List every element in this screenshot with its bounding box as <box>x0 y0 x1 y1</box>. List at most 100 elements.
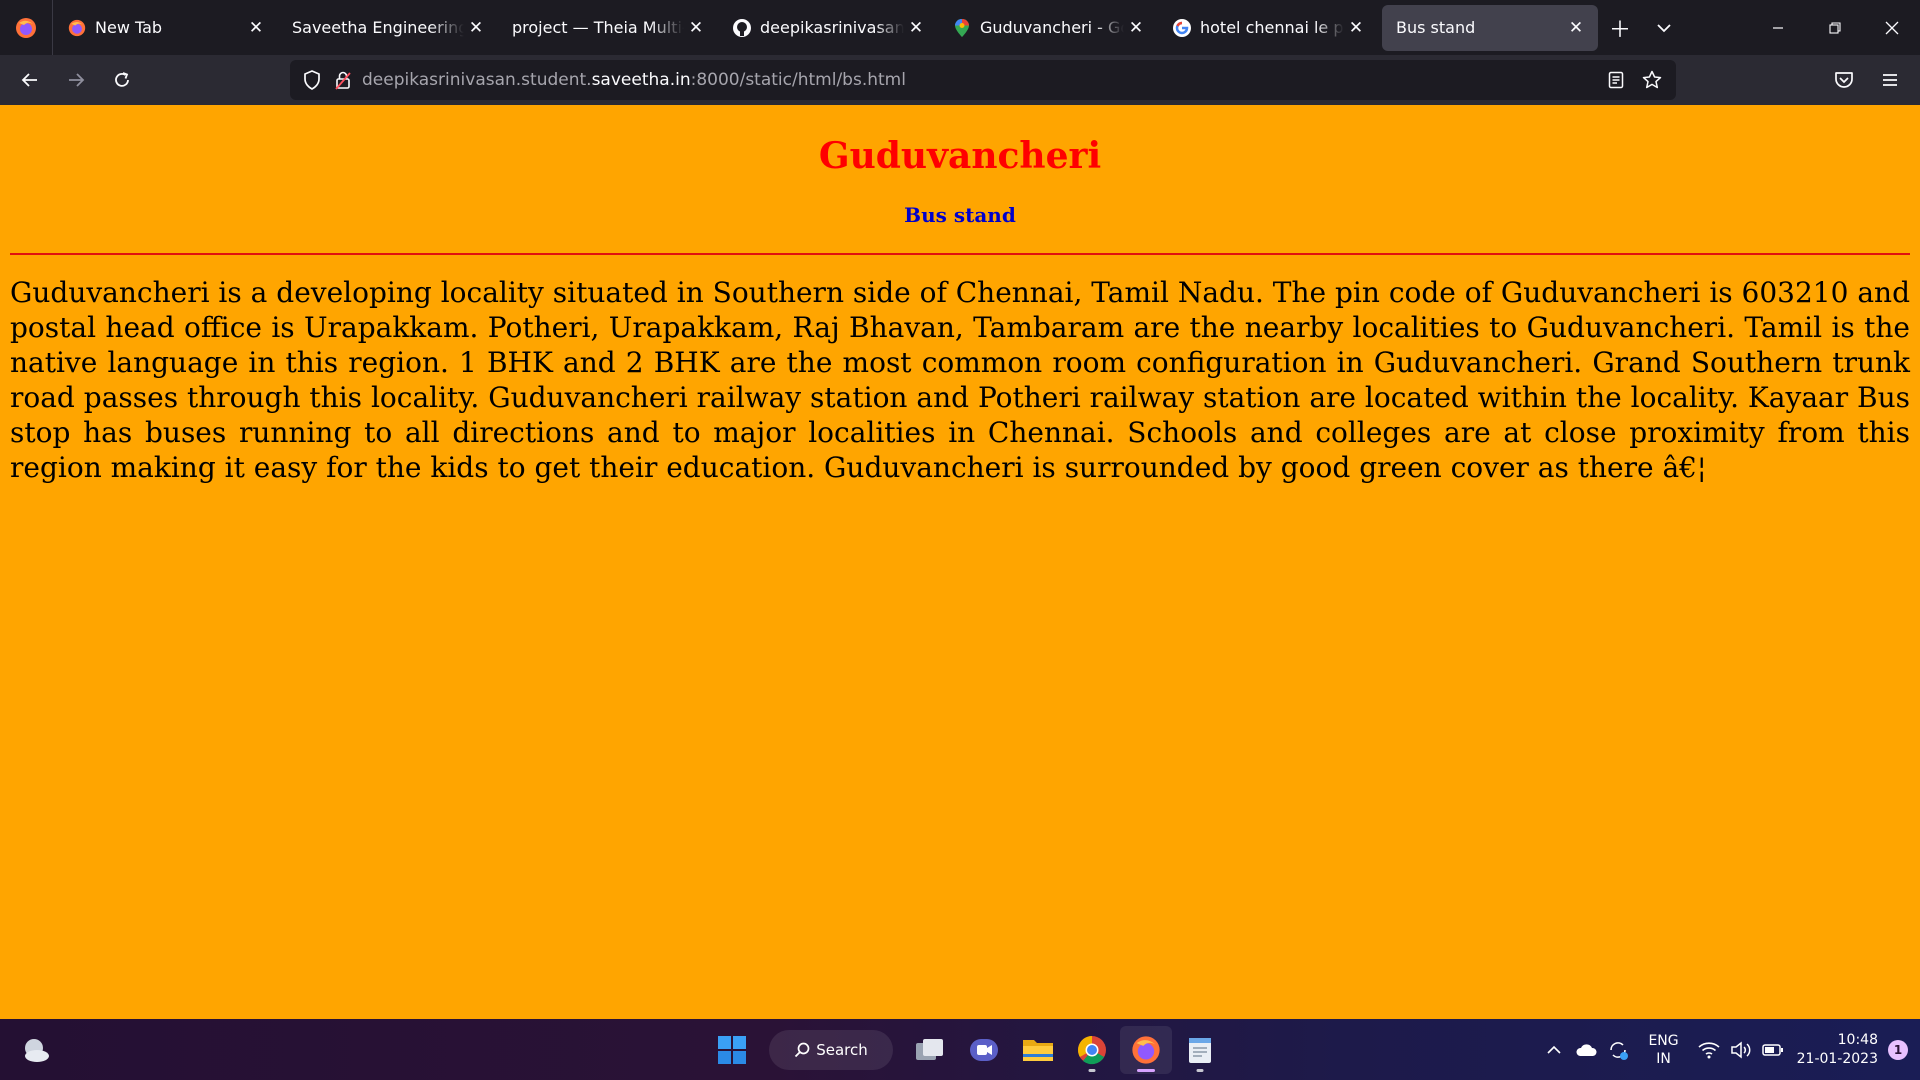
page-heading: Guduvancheri <box>818 135 1102 177</box>
close-icon[interactable]: ✕ <box>906 18 926 38</box>
url-text[interactable]: deepikasrinivasan.student.saveetha.in:80… <box>362 70 906 90</box>
teams-chat-button[interactable] <box>958 1026 1010 1074</box>
windows-logo-icon <box>718 1035 746 1064</box>
insecure-lock-icon[interactable] <box>330 60 356 100</box>
taskbar-clock[interactable]: 10:48 21-01-2023 <box>1797 1031 1878 1069</box>
running-indicator <box>1196 1068 1204 1072</box>
arrow-left-icon <box>21 73 37 87</box>
page-subheading: Bus stand <box>904 203 1016 227</box>
tab-theia-project[interactable]: project — Theia Multi-Language ✕ <box>498 5 718 51</box>
close-icon <box>1885 21 1898 34</box>
tab-title: hotel chennai le palace <box>1200 18 1344 37</box>
reload-icon <box>115 72 129 87</box>
restore-icon <box>1828 21 1841 34</box>
tab-title: New Tab <box>95 18 163 37</box>
star-icon <box>1642 70 1662 89</box>
folder-icon <box>1023 1039 1053 1061</box>
tab-google-search[interactable]: hotel chennai le palace ✕ <box>1158 5 1378 51</box>
running-indicator <box>1088 1068 1096 1072</box>
reload-button[interactable] <box>100 60 144 100</box>
battery-icon <box>1761 1043 1783 1056</box>
chat-camera-icon <box>970 1038 998 1061</box>
chrome-icon <box>1078 1035 1106 1064</box>
taskbar-search[interactable]: Search <box>769 1029 893 1070</box>
file-explorer-button[interactable] <box>1012 1026 1064 1074</box>
taskbar-center: Search <box>705 1019 1227 1080</box>
tab-title: Bus stand <box>1396 18 1476 37</box>
tab-strip: New Tab ✕ Saveetha Engineering College ✕… <box>0 0 1920 55</box>
tab-title: Saveetha Engineering College <box>292 18 464 37</box>
list-all-tabs-button[interactable] <box>1642 6 1686 50</box>
url-suffix: :8000/static/html/bs.html <box>690 70 906 90</box>
search-label: Search <box>816 1040 868 1059</box>
tab-saveetha[interactable]: Saveetha Engineering College ✕ <box>278 5 498 51</box>
restore-button[interactable] <box>1806 0 1863 55</box>
url-bar[interactable]: deepikasrinivasan.student.saveetha.in:80… <box>290 60 1676 100</box>
tab-title: Guduvancheri - Google Maps <box>980 18 1124 37</box>
pocket-button[interactable] <box>1822 60 1866 100</box>
minimize-icon <box>1772 26 1783 29</box>
tab-title: deepikasrinivasans/Ne <box>760 18 904 37</box>
show-hidden-icons-button[interactable] <box>1540 1030 1568 1070</box>
forward-button[interactable] <box>54 60 98 100</box>
description-paragraph: Guduvancheri is a developing locality si… <box>10 276 1910 484</box>
tab-google-maps[interactable]: Guduvancheri - Google Maps ✕ <box>938 5 1158 51</box>
tracking-protection-shield-icon[interactable] <box>294 60 330 100</box>
toolbar-right <box>1820 55 1920 105</box>
lang-line-2: IN <box>1656 1050 1671 1067</box>
clock-time: 10:48 <box>1837 1031 1878 1048</box>
close-window-button[interactable] <box>1863 0 1920 55</box>
firefox-icon <box>16 17 36 38</box>
sync-icon <box>1610 1041 1629 1060</box>
windows-taskbar: Search ENG IN 10:48 21-01-2023 1 <box>0 1019 1920 1080</box>
tab-github[interactable]: deepikasrinivasans/Ne ✕ <box>718 5 938 51</box>
tab-title: project — Theia Multi-Language <box>512 18 684 37</box>
url-bar-actions <box>1598 60 1670 100</box>
task-view-icon <box>916 1038 943 1060</box>
system-tray: ENG IN 10:48 21-01-2023 1 <box>1538 1019 1920 1080</box>
close-icon[interactable]: ✕ <box>246 18 266 38</box>
active-indicator <box>1137 1068 1155 1072</box>
search-icon <box>795 1042 810 1057</box>
github-icon <box>732 18 752 38</box>
lang-line-1: ENG <box>1648 1032 1679 1049</box>
bookmark-star-button[interactable] <box>1634 60 1670 100</box>
wifi-tray-button[interactable] <box>1695 1030 1723 1070</box>
maps-pin-icon <box>952 18 972 38</box>
minimize-button[interactable] <box>1749 0 1806 55</box>
new-tab-button[interactable]: ＋ <box>1598 6 1642 50</box>
notepad-taskbar-button[interactable] <box>1174 1026 1226 1074</box>
sync-tray-button[interactable] <box>1604 1030 1632 1070</box>
arrow-right-icon <box>69 73 85 87</box>
google-icon <box>1172 18 1192 38</box>
weather-widget[interactable] <box>10 1026 62 1074</box>
app-menu-button[interactable] <box>1868 60 1912 100</box>
tab-bus-stand[interactable]: Bus stand ✕ <box>1382 4 1598 51</box>
wifi-icon <box>1698 1041 1720 1058</box>
close-icon[interactable]: ✕ <box>466 18 486 38</box>
close-icon[interactable]: ✕ <box>1566 18 1586 38</box>
reader-view-button[interactable] <box>1598 60 1634 100</box>
close-icon[interactable]: ✕ <box>686 18 706 38</box>
notification-badge[interactable]: 1 <box>1888 1039 1908 1060</box>
onedrive-tray-button[interactable] <box>1572 1030 1600 1070</box>
close-icon[interactable]: ✕ <box>1346 18 1366 38</box>
firefox-icon <box>1132 1035 1160 1064</box>
tab-new-tab[interactable]: New Tab ✕ <box>53 5 278 51</box>
clock-date: 21-01-2023 <box>1796 1050 1878 1067</box>
firefox-taskbar-button[interactable] <box>1120 1025 1172 1074</box>
speaker-icon <box>1730 1040 1751 1059</box>
notepad-icon <box>1189 1037 1211 1063</box>
task-view-button[interactable] <box>904 1026 956 1074</box>
cloud-icon <box>1576 1043 1597 1056</box>
start-button[interactable] <box>706 1026 758 1074</box>
input-language-indicator[interactable]: ENG IN <box>1648 1032 1678 1068</box>
close-icon[interactable]: ✕ <box>1126 18 1146 38</box>
firefox-view-button[interactable] <box>0 0 53 55</box>
battery-tray-button[interactable] <box>1759 1030 1787 1070</box>
back-button[interactable] <box>8 60 52 100</box>
volume-tray-button[interactable] <box>1727 1030 1755 1070</box>
chrome-taskbar-button[interactable] <box>1066 1026 1118 1074</box>
horizontal-rule <box>10 253 1910 255</box>
weather-cloud-icon <box>25 1038 49 1062</box>
